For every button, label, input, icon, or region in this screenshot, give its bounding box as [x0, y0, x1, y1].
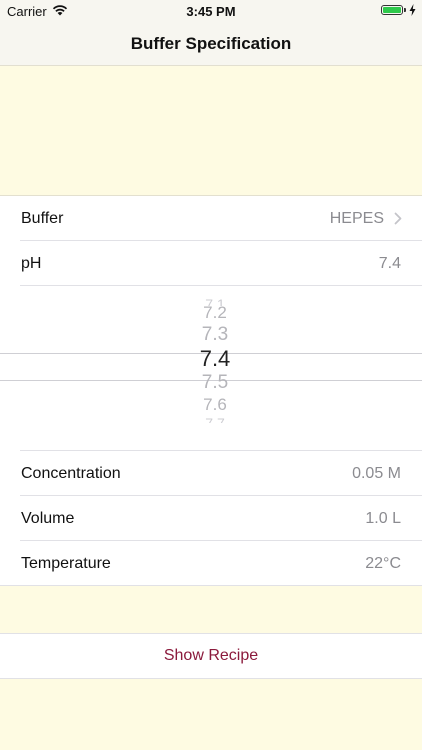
battery-icon: [381, 5, 403, 15]
concentration-value: 0.05 M: [352, 465, 401, 482]
temperature-row[interactable]: Temperature 22°C: [0, 541, 422, 586]
buffer-row[interactable]: Buffer HEPES: [0, 196, 422, 241]
picker-option[interactable]: 7.3: [0, 324, 422, 346]
buffer-settings-table: Buffer HEPES pH 7.4 7.1 7.2 7.3 7.4 7.5 …: [0, 196, 422, 586]
header-spacer: [0, 66, 422, 196]
battery-nub: [404, 8, 406, 12]
charging-bolt-icon: [409, 4, 416, 16]
navigation-bar: Buffer Specification: [0, 22, 422, 66]
show-recipe-button[interactable]: Show Recipe: [0, 633, 422, 679]
buffer-value: HEPES: [329, 210, 384, 227]
buffer-label: Buffer: [21, 210, 64, 227]
picker-option[interactable]: 7.2: [0, 303, 422, 323]
ph-label: pH: [21, 255, 42, 272]
ph-value: 7.4: [378, 255, 401, 272]
picker-option[interactable]: 7.6: [0, 395, 422, 415]
volume-value: 1.0 L: [365, 510, 401, 527]
ph-row[interactable]: pH 7.4: [0, 241, 422, 286]
chevron-right-icon: [394, 212, 402, 225]
picker-option[interactable]: 7.7: [0, 414, 422, 423]
status-bar: Carrier 3:45 PM: [0, 0, 422, 22]
show-recipe-label: Show Recipe: [163, 647, 259, 664]
page-title: Buffer Specification: [130, 34, 292, 53]
status-time: 3:45 PM: [186, 4, 236, 19]
picker-option[interactable]: 7.5: [0, 372, 422, 394]
volume-row[interactable]: Volume 1.0 L: [0, 496, 422, 541]
temperature-label: Temperature: [21, 555, 111, 572]
picker-selected-option[interactable]: 7.4: [0, 346, 422, 372]
temperature-value: 22°C: [365, 555, 401, 572]
ph-picker[interactable]: 7.1 7.2 7.3 7.4 7.5 7.6 7.7: [0, 286, 422, 451]
volume-label: Volume: [21, 510, 75, 527]
concentration-label: Concentration: [21, 465, 121, 482]
concentration-row[interactable]: Concentration 0.05 M: [0, 451, 422, 496]
